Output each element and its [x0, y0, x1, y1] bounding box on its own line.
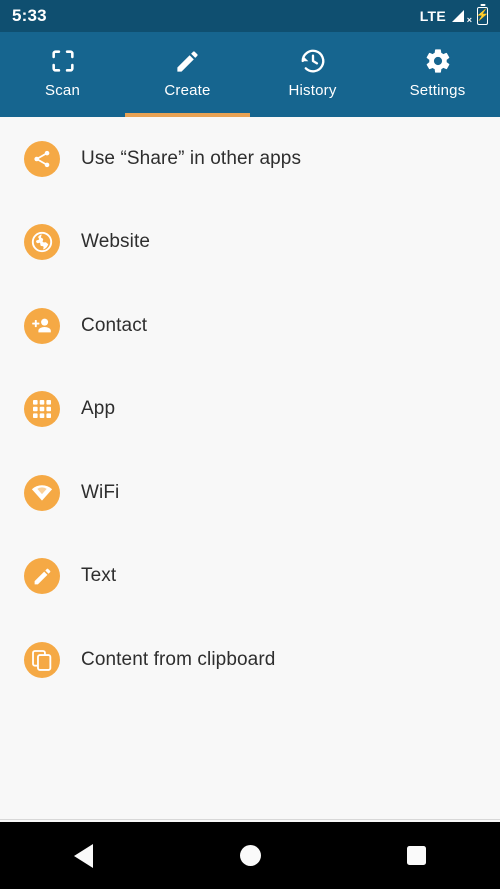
- list-item-app-label: App: [81, 398, 116, 420]
- wifi-icon: [24, 474, 60, 511]
- tab-scan[interactable]: Scan: [0, 32, 125, 117]
- history-clock-icon: [298, 46, 328, 76]
- network-type-label: LTE: [419, 8, 446, 24]
- tab-create-label: Create: [164, 82, 211, 99]
- list-item-wifi[interactable]: WiFi: [0, 451, 500, 535]
- tab-bar: Scan Create History Settings: [0, 32, 500, 117]
- copy-clipboard-icon: [24, 641, 60, 678]
- add-person-icon: [24, 307, 60, 344]
- tab-create[interactable]: Create: [125, 32, 250, 117]
- globe-icon: [24, 224, 60, 261]
- list-item-clipboard[interactable]: Content from clipboard: [0, 618, 500, 702]
- list-item-contact-label: Contact: [81, 314, 148, 336]
- scan-frame-icon: [48, 46, 78, 76]
- pencil-icon: [24, 558, 60, 595]
- tab-settings-label: Settings: [409, 82, 466, 99]
- system-navigation-bar: [0, 822, 500, 889]
- circle-home-icon: [239, 845, 261, 866]
- content-bottom-divider: [0, 819, 500, 820]
- list-item-text[interactable]: Text: [0, 535, 500, 619]
- list-item-app[interactable]: App: [0, 368, 500, 452]
- triangle-back-icon: [73, 843, 93, 868]
- nav-recents-button[interactable]: [333, 822, 500, 889]
- list-item-website[interactable]: Website: [0, 201, 500, 285]
- list-item-text-label: Text: [81, 565, 117, 587]
- gear-icon: [423, 46, 453, 76]
- status-bar: 5:33 LTE × ⚡: [0, 0, 500, 32]
- battery-charging-icon: ⚡: [476, 7, 489, 25]
- list-item-share-label: Use “Share” in other apps: [81, 147, 302, 169]
- list-item-website-label: Website: [81, 231, 150, 253]
- list-item-wifi-label: WiFi: [81, 481, 120, 503]
- tab-history-label: History: [288, 82, 337, 99]
- apps-grid-icon: [24, 391, 60, 428]
- phone-screen: 5:33 LTE × ⚡ Scan Create History Setting…: [0, 0, 500, 889]
- tab-scan-label: Scan: [45, 82, 80, 99]
- square-recents-icon: [407, 846, 427, 865]
- create-options-list: Use “Share” in other apps Website Contac…: [0, 117, 500, 819]
- signal-no-service-icon: ×: [452, 8, 472, 25]
- nav-back-button[interactable]: [0, 822, 167, 889]
- list-item-clipboard-label: Content from clipboard: [81, 648, 276, 670]
- status-clock: 5:33: [12, 6, 47, 25]
- list-item-share[interactable]: Use “Share” in other apps: [0, 117, 500, 201]
- list-item-contact[interactable]: Contact: [0, 284, 500, 368]
- tab-history[interactable]: History: [250, 32, 375, 117]
- status-indicators: LTE × ⚡: [419, 7, 489, 25]
- nav-home-button[interactable]: [167, 822, 334, 889]
- tab-settings[interactable]: Settings: [375, 32, 500, 117]
- share-icon: [24, 140, 60, 177]
- pencil-icon: [173, 46, 203, 76]
